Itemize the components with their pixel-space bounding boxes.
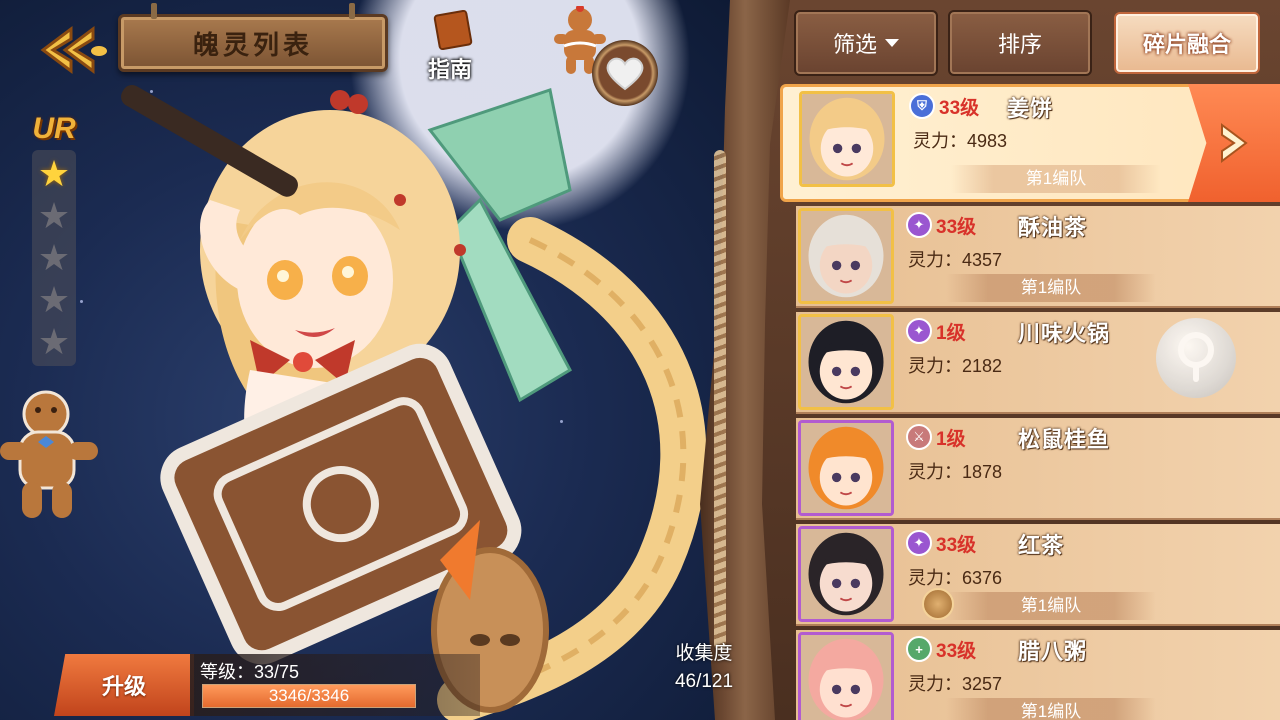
character-level: 1级 bbox=[936, 323, 966, 344]
guide-label: 指南 bbox=[428, 57, 473, 82]
star-rating: ★ ★ ★ ★ ★ bbox=[32, 150, 76, 366]
heart-icon bbox=[606, 57, 644, 91]
roster-list[interactable]: ⛨ 33级 姜饼 灵力：4983 第1编队 ✦ 33级 酥油茶 灵力：4357 第1编队 ✦ 1级 川味… bbox=[780, 84, 1280, 720]
back-arrow-icon bbox=[40, 26, 107, 74]
back-button[interactable] bbox=[28, 22, 114, 78]
collection-progress: 收集度 46/121 bbox=[660, 638, 748, 693]
team-label: 第1编队 bbox=[946, 698, 1156, 720]
character-artwork bbox=[121, 84, 707, 720]
character-power: 灵力：4357 bbox=[908, 250, 1003, 270]
page-title: 魄灵列表 bbox=[192, 29, 313, 60]
star-badge-icon: ✦ bbox=[906, 318, 932, 344]
sort-button[interactable]: 排序 bbox=[948, 10, 1092, 76]
shield-icon: ⛨ bbox=[909, 93, 935, 119]
star-icon: ★ bbox=[37, 153, 71, 194]
title-board: 魄灵列表 bbox=[118, 3, 388, 72]
character-power: 灵力：4983 bbox=[913, 131, 1008, 151]
rarity-label: UR bbox=[32, 112, 76, 145]
character-level: 33级 bbox=[936, 535, 977, 556]
team-label: 第1编队 bbox=[946, 592, 1156, 620]
character-power: 灵力：6376 bbox=[908, 568, 1003, 588]
team-label: 第1编队 bbox=[946, 274, 1156, 302]
sword-icon: ⚔ bbox=[906, 424, 932, 450]
star-icon: ★ bbox=[37, 195, 71, 236]
coin-badge-icon bbox=[922, 588, 954, 620]
character-power: 灵力：3257 bbox=[908, 674, 1003, 694]
star-icon: ★ bbox=[37, 237, 71, 278]
character-avatar bbox=[798, 632, 894, 720]
magnifier-icon bbox=[1178, 332, 1214, 382]
level-area: 升级 等级：33/75 3346/3346 bbox=[54, 654, 480, 716]
character-power: 灵力：1878 bbox=[908, 462, 1003, 482]
character-scene: 魄灵列表 指南 UR ★ ★ ★ ★ ★ 升级 等级：33/75 3346/33… bbox=[0, 0, 740, 720]
gingerbread-man-icon bbox=[0, 390, 98, 518]
upgrade-label: 升级 bbox=[101, 674, 146, 699]
fragment-fusion-button[interactable]: 碎片融合 bbox=[1114, 12, 1260, 74]
character-name: 川味火锅 bbox=[1018, 321, 1111, 346]
roster-row[interactable]: ⚔ 1级 松鼠桂鱼 灵力：1878 bbox=[796, 418, 1280, 520]
exp-text: 3346/3346 bbox=[268, 686, 350, 705]
character-avatar bbox=[799, 91, 895, 187]
filter-label: 筛选 bbox=[832, 32, 877, 57]
roster-row[interactable]: +33级 腊八粥 灵力：3257 第1编队 bbox=[796, 630, 1280, 720]
character-level: 33级 bbox=[936, 217, 977, 238]
star-badge-icon: ✦ bbox=[906, 530, 932, 556]
team-label: 第1编队 bbox=[951, 165, 1161, 193]
star-badge-icon: ✦ bbox=[906, 212, 932, 238]
book-icon bbox=[433, 9, 473, 51]
favorite-button[interactable] bbox=[592, 40, 658, 106]
star-icon: ★ bbox=[37, 321, 71, 362]
star-icon: ★ bbox=[37, 279, 71, 320]
character-name: 红茶 bbox=[1018, 533, 1065, 558]
character-avatar bbox=[798, 314, 894, 410]
character-name: 腊八粥 bbox=[1018, 639, 1088, 664]
character-level: 1级 bbox=[936, 429, 966, 450]
chevron-right-icon bbox=[1221, 123, 1248, 163]
guide-button[interactable]: 指南 bbox=[420, 9, 490, 82]
level-panel: 等级：33/75 3346/3346 bbox=[190, 654, 480, 716]
character-avatar bbox=[798, 208, 894, 304]
collection-label: 收集度 bbox=[675, 643, 733, 664]
character-level: 33级 bbox=[939, 98, 980, 119]
character-level: 33级 bbox=[936, 641, 977, 662]
roster-row[interactable]: ✦ 33级 红茶 灵力：6376 第1编队 bbox=[796, 524, 1280, 626]
fragment-fusion-label: 碎片融合 bbox=[1142, 32, 1231, 57]
character-avatar bbox=[798, 420, 894, 516]
roster-row[interactable]: ⛨ 33级 姜饼灵力：4983 第1编队 bbox=[780, 84, 1280, 202]
character-power: 灵力：2182 bbox=[908, 356, 1003, 376]
details-arrow-button[interactable] bbox=[1188, 84, 1280, 202]
roster-row[interactable]: ✦ 33级 酥油茶 灵力：4357 第1编队 bbox=[796, 206, 1280, 308]
rarity-panel: UR ★ ★ ★ ★ ★ bbox=[22, 112, 86, 366]
upgrade-button[interactable]: 升级 bbox=[54, 654, 194, 716]
filter-button[interactable]: 筛选 bbox=[794, 10, 938, 76]
rope-decoration bbox=[714, 150, 726, 650]
collection-value: 46/121 bbox=[674, 671, 734, 692]
character-avatar bbox=[798, 526, 894, 622]
search-button[interactable] bbox=[1156, 318, 1236, 398]
exp-bar: 3346/3346 bbox=[202, 684, 416, 708]
sort-label: 排序 bbox=[997, 32, 1042, 57]
plus-icon: + bbox=[906, 636, 932, 662]
character-name: 酥油茶 bbox=[1018, 215, 1088, 240]
character-name: 松鼠桂鱼 bbox=[1018, 427, 1111, 452]
chevron-down-icon bbox=[885, 39, 899, 47]
character-name: 姜饼 bbox=[1007, 96, 1054, 121]
level-text: 等级：33/75 bbox=[200, 662, 300, 682]
